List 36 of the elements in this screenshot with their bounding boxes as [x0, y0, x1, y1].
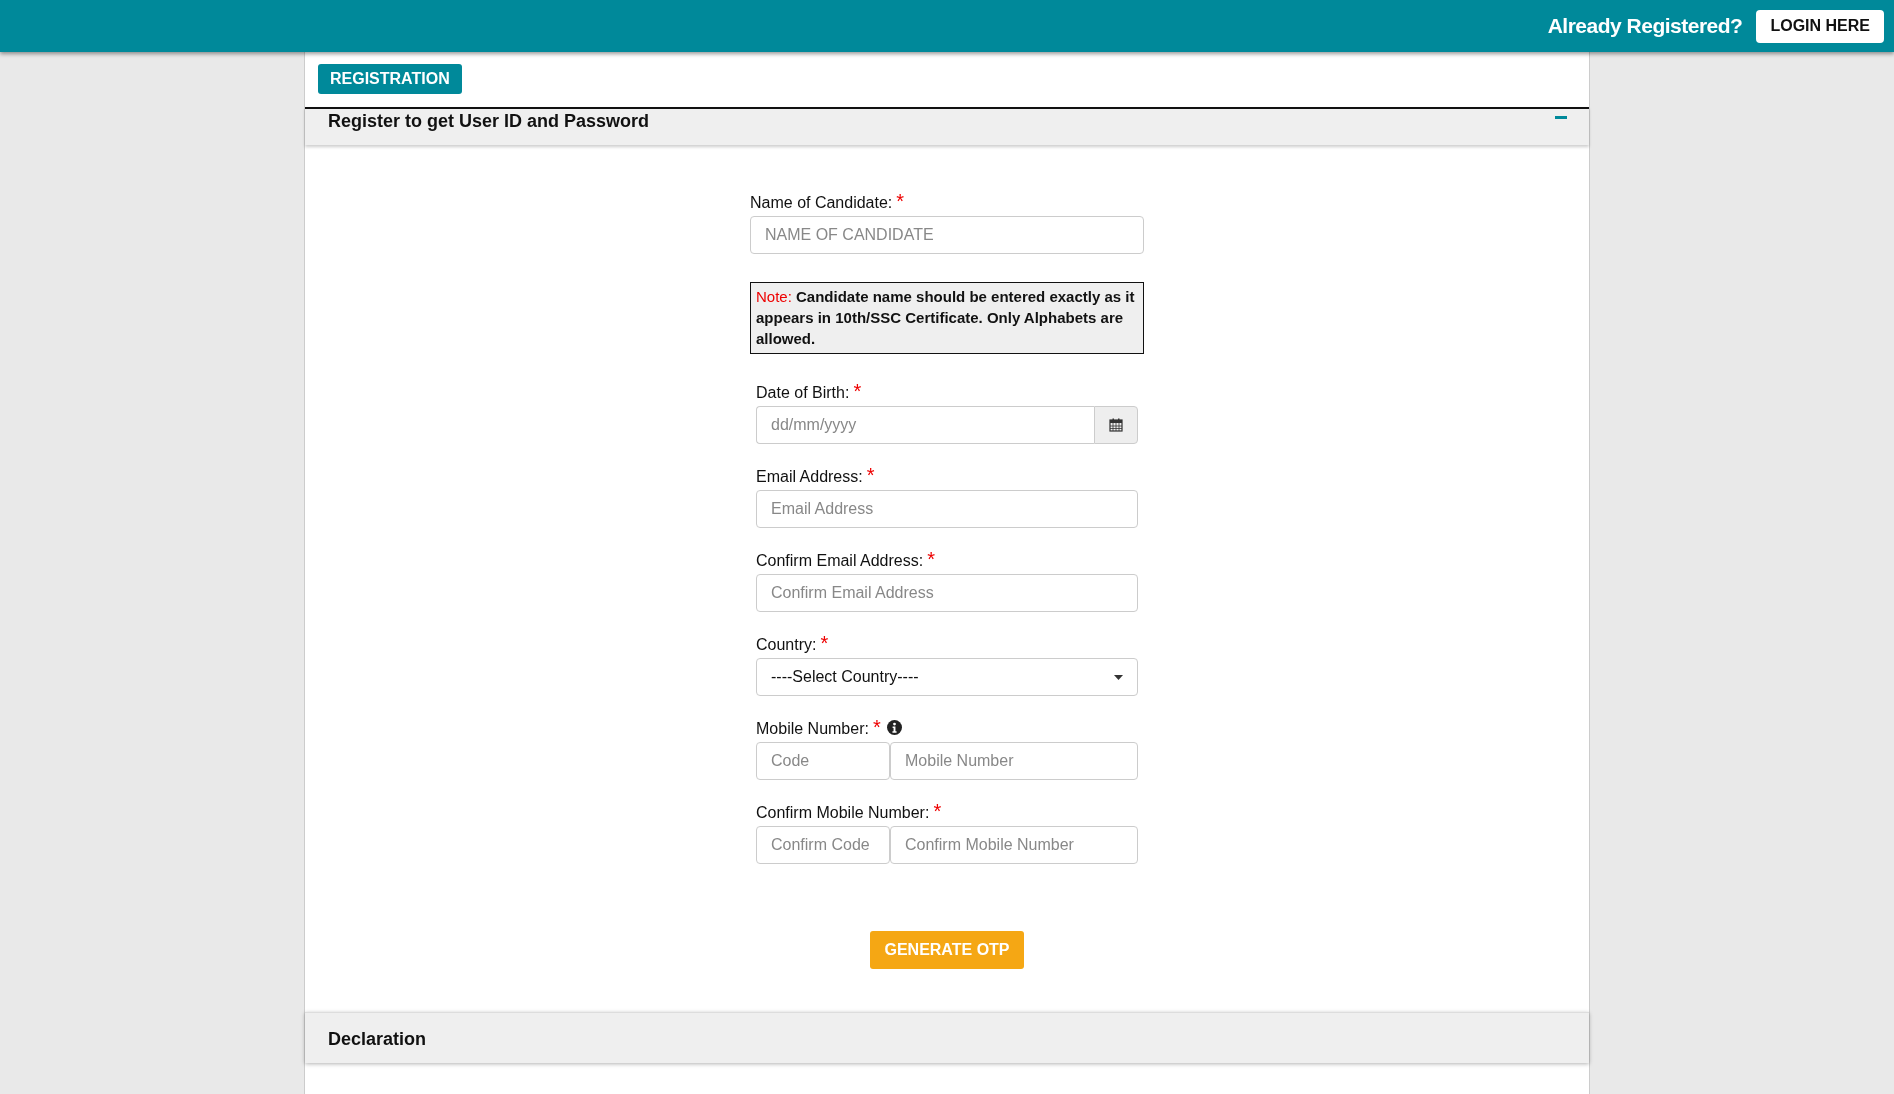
required-mark: *	[933, 804, 942, 818]
declaration-title: Declaration	[328, 1027, 427, 1050]
required-mark: *	[820, 636, 829, 650]
info-icon[interactable]	[886, 720, 902, 735]
calendar-icon[interactable]	[1109, 418, 1123, 432]
field-label: Name of Candidate:	[750, 194, 893, 212]
section-header[interactable]: Register to get User ID and Password	[305, 107, 1589, 145]
input-field[interactable]: NAME OF CANDIDATE	[750, 216, 1144, 254]
number-field[interactable]: Mobile Number	[890, 742, 1138, 780]
login-button[interactable]: LOGIN HERE	[1756, 9, 1884, 43]
calendar-button[interactable]	[1094, 406, 1138, 444]
number-field[interactable]: Confirm Mobile Number	[890, 826, 1138, 864]
field-label: Confirm Mobile Number:	[756, 804, 930, 822]
field-label: Email Address:	[756, 468, 863, 486]
country-select[interactable]: ----Select Country----	[756, 658, 1138, 696]
dropdown-caret-icon	[1114, 674, 1123, 680]
required-mark: *	[866, 468, 875, 482]
field-label: Date of Birth:	[756, 384, 850, 402]
code-field[interactable]: Code	[756, 742, 890, 780]
field-label: Country:	[756, 636, 817, 654]
code-field[interactable]: Confirm Code	[756, 826, 890, 864]
field-label: Mobile Number:	[756, 720, 869, 738]
section-title: Register to get User ID and Password	[328, 110, 650, 132]
required-mark: *	[927, 552, 935, 566]
required-mark: *	[872, 720, 881, 734]
date-field[interactable]: dd/mm/yyyy	[756, 406, 1094, 444]
note-text: Note: Candidate name should be entered exactly as it appears in 10th/SSC Certificate. Only Alphabets are allowed.	[756, 288, 1135, 347]
collapse-icon[interactable]	[1555, 116, 1567, 120]
already-registered-text: Already Registered?	[1547, 14, 1743, 38]
input-field[interactable]: Email Address	[756, 490, 1138, 528]
input-field[interactable]: Confirm Email Address	[756, 574, 1138, 612]
required-mark: *	[853, 384, 862, 398]
field-label: Confirm Email Address:	[756, 552, 924, 570]
declaration-header[interactable]: Declaration	[305, 1012, 1589, 1063]
required-mark: *	[896, 194, 905, 208]
registration-tab[interactable]: REGISTRATION	[318, 64, 462, 94]
